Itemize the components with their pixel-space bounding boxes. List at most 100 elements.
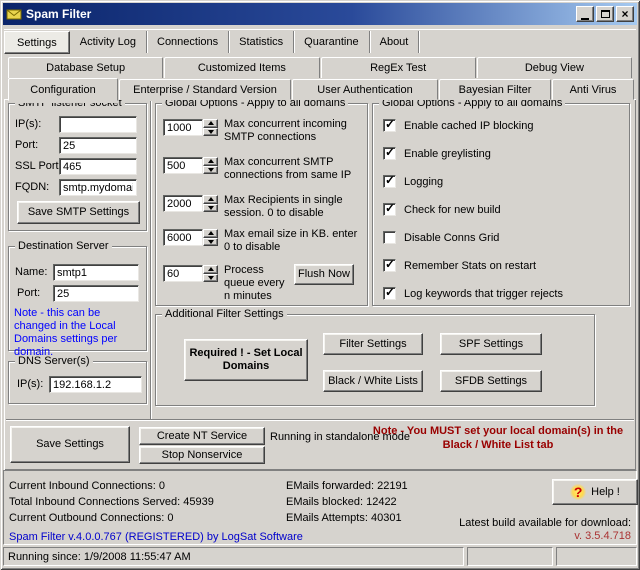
max-email-size-input[interactable] xyxy=(163,229,203,246)
main-tab-bar: Settings Activity Log Connections Statis… xyxy=(4,29,636,54)
additional-filter-settings-group: Additional Filter Settings Required ! - … xyxy=(155,314,595,406)
stat-emails-attempts: EMails Attempts: 40301 xyxy=(286,512,402,524)
spin-down-icon xyxy=(208,130,214,134)
dest-port-input[interactable] xyxy=(53,285,139,302)
spin-up-button[interactable] xyxy=(203,119,218,128)
tab-settings[interactable]: Settings xyxy=(4,31,70,54)
checkbox-log-keywords-trigger-rejects[interactable] xyxy=(383,287,396,300)
tab-about[interactable]: About xyxy=(370,31,420,53)
fqdn-label: FQDN: xyxy=(15,181,49,193)
checkbox-label: Disable Conns Grid xyxy=(404,232,499,244)
destination-server-group: Destination Server Name: Port: Note - th… xyxy=(8,246,147,351)
close-button[interactable]: × xyxy=(616,6,634,22)
process-queue-minutes-label: Process queue every n minutes xyxy=(224,264,290,303)
spin-down-button[interactable] xyxy=(203,166,218,175)
tab-user-authentication[interactable]: User Authentication xyxy=(292,79,438,100)
spin-up-icon xyxy=(208,159,214,163)
save-settings-button[interactable]: Save Settings xyxy=(10,426,130,463)
tab-statistics[interactable]: Statistics xyxy=(229,31,294,53)
dns-ip-label: IP(s): xyxy=(17,378,43,390)
stat-emails-blocked: EMails blocked: 12422 xyxy=(286,496,397,508)
spin-up-icon xyxy=(208,121,214,125)
running-since-text: Running since: 1/9/2008 11:55:47 AM xyxy=(8,551,191,563)
stop-nonservice-button[interactable]: Stop Nonservice xyxy=(139,446,265,464)
checkbox-disable-conns-grid[interactable] xyxy=(383,231,396,244)
status-running-since-panel: Running since: 1/9/2008 11:55:47 AM xyxy=(3,547,464,566)
port-label: Port: xyxy=(15,139,38,151)
checkbox-label: Log keywords that trigger rejects xyxy=(404,288,563,300)
spin-down-icon xyxy=(208,168,214,172)
sfdb-settings-button[interactable]: SFDB Settings xyxy=(440,370,542,392)
help-button[interactable]: ? Help ! xyxy=(552,479,638,505)
process-queue-minutes-input[interactable] xyxy=(163,265,203,282)
destination-note: Note - this can be changed in the Local … xyxy=(14,307,144,359)
stat-emails-forwarded: EMails forwarded: 22191 xyxy=(286,480,408,492)
checkbox-enable-cached-ip-blocking[interactable] xyxy=(383,119,396,132)
smtp-ip-input[interactable] xyxy=(59,116,137,133)
spin-down-icon xyxy=(208,276,214,280)
left-column-separator xyxy=(150,101,152,419)
checkbox-label: Enable cached IP blocking xyxy=(404,120,533,132)
dns-ip-input[interactable] xyxy=(49,376,142,393)
dest-name-input[interactable] xyxy=(53,264,139,281)
max-recipients-input[interactable] xyxy=(163,195,203,212)
tab-quarantine[interactable]: Quarantine xyxy=(294,31,369,53)
max-recipients-label: Max Recipients in single session. 0 to d… xyxy=(224,194,366,220)
checkbox-remember-stats-on-restart[interactable] xyxy=(383,259,396,272)
window-title: Spam Filter xyxy=(26,7,574,21)
max-smtp-connections-same-ip-input[interactable] xyxy=(163,157,203,174)
statistics-panel: Current Inbound Connections: 0 Total Inb… xyxy=(3,470,637,545)
latest-build-label: Latest build available for download: xyxy=(459,517,631,529)
spin-up-icon xyxy=(208,197,214,201)
spin-down-button[interactable] xyxy=(203,274,218,283)
ssl-port-input[interactable] xyxy=(59,158,137,175)
tab-debug-view[interactable]: Debug View xyxy=(477,57,632,78)
save-smtp-settings-button[interactable]: Save SMTP Settings xyxy=(17,201,140,224)
checkbox-logging[interactable] xyxy=(383,175,396,188)
smtp-port-input[interactable] xyxy=(59,137,137,154)
global-options-spin-group: Global Options - Apply to all domains Ma… xyxy=(155,103,368,306)
latest-build-version: v. 3.5.4.718 xyxy=(574,530,631,542)
spin-up-button[interactable] xyxy=(203,195,218,204)
tab-database-setup[interactable]: Database Setup xyxy=(8,57,163,78)
title-bar: Spam Filter × xyxy=(3,3,637,25)
ssl-port-label: SSL Port: xyxy=(15,160,62,172)
checkbox-check-for-new-build[interactable] xyxy=(383,203,396,216)
spin-up-button[interactable] xyxy=(203,265,218,274)
tab-activity-log[interactable]: Activity Log xyxy=(70,31,147,53)
spin-up-button[interactable] xyxy=(203,229,218,238)
flush-now-button[interactable]: Flush Now xyxy=(294,264,354,285)
tab-customized-items[interactable]: Customized Items xyxy=(164,57,319,78)
spin-down-button[interactable] xyxy=(203,128,218,137)
tab-bayesian-filter[interactable]: Bayesian Filter xyxy=(439,79,551,100)
filter-settings-button[interactable]: Filter Settings xyxy=(323,333,423,355)
spin-down-button[interactable] xyxy=(203,204,218,213)
set-local-domains-button[interactable]: Required ! - Set Local Domains xyxy=(184,339,308,381)
registered-product-link[interactable]: Spam Filter v.4.0.0.767 (REGISTERED) by … xyxy=(9,531,303,543)
tab-enterprise-standard-version[interactable]: Enterprise / Standard Version xyxy=(119,79,291,100)
spin-down-icon xyxy=(208,240,214,244)
maximize-button[interactable] xyxy=(596,6,614,22)
spin-up-button[interactable] xyxy=(203,157,218,166)
spin-down-icon xyxy=(208,206,214,210)
dns-servers-group: DNS Server(s) IP(s): xyxy=(8,361,147,404)
tab-configuration[interactable]: Configuration xyxy=(8,78,118,101)
settings-subtab-row-back: Database Setup Customized Items RegEx Te… xyxy=(8,57,633,78)
black-white-lists-button[interactable]: Black / White Lists xyxy=(323,370,423,392)
tab-regex-test[interactable]: RegEx Test xyxy=(321,57,476,78)
spf-settings-button[interactable]: SPF Settings xyxy=(440,333,542,355)
checkbox-enable-greylisting[interactable] xyxy=(383,147,396,160)
help-question-icon: ? xyxy=(570,484,586,500)
spin-up-icon xyxy=(208,267,214,271)
tab-connections[interactable]: Connections xyxy=(147,31,229,53)
dns-group-title: DNS Server(s) xyxy=(15,355,93,367)
maximize-icon xyxy=(601,10,610,18)
tab-anti-virus[interactable]: Anti Virus xyxy=(552,79,634,100)
max-incoming-smtp-connections-input[interactable] xyxy=(163,119,203,136)
create-nt-service-button[interactable]: Create NT Service xyxy=(139,427,265,445)
stat-current-inbound-connections: Current Inbound Connections: 0 xyxy=(9,480,165,492)
fqdn-input[interactable] xyxy=(59,179,137,196)
minimize-button[interactable] xyxy=(576,6,594,22)
max-smtp-connections-same-ip-label: Max concurrent SMTP connections from sam… xyxy=(224,156,366,182)
spin-down-button[interactable] xyxy=(203,238,218,247)
